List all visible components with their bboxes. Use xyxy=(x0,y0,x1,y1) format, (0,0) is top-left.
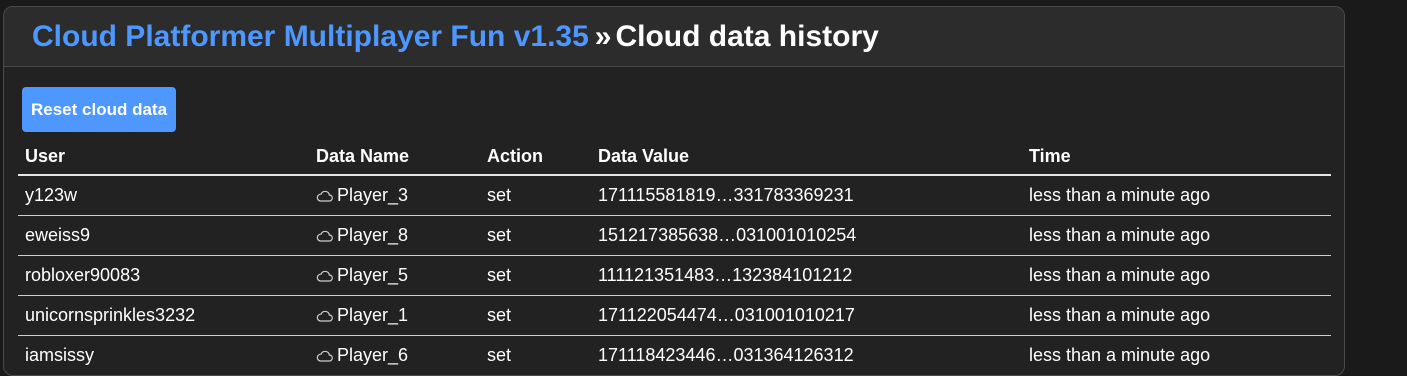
cloud-icon xyxy=(316,229,334,242)
page-title-text: Cloud data history xyxy=(615,19,879,53)
data-name-cell: Player_5 xyxy=(309,255,480,296)
data-name-text: Player_5 xyxy=(337,265,409,285)
panel-body: Reset cloud data User Data Name Action D… xyxy=(4,67,1344,375)
data-name-text: Player_8 xyxy=(337,225,409,245)
data-name-cell: Player_3 xyxy=(309,175,480,216)
user-cell: robloxer90083 xyxy=(18,255,309,296)
user-cell: eweiss9 xyxy=(18,215,309,256)
cloud-icon xyxy=(316,309,334,322)
user-cell: y123w xyxy=(18,175,309,216)
action-cell: set xyxy=(480,175,591,216)
data-name-cell: Player_6 xyxy=(309,335,480,375)
panel-header: Cloud Platformer Multiplayer Fun v1.35» C… xyxy=(4,7,1344,67)
action-cell: set xyxy=(480,295,591,336)
table-row: eweiss9 Player_8 set 151217385638…031001… xyxy=(18,215,1331,256)
data-value-cell: 171122054474…031001010217 xyxy=(591,295,1022,336)
table-row: unicornsprinkles3232 Player_1 set 171122… xyxy=(18,295,1331,336)
user-cell: iamsissy xyxy=(18,335,309,375)
column-header-data-value: Data Value xyxy=(591,139,1022,176)
project-title-link[interactable]: Cloud Platformer Multiplayer Fun v1.35 xyxy=(32,20,589,53)
table-row: iamsissy Player_6 set 171118423446…03136… xyxy=(18,335,1331,375)
data-name-cell: Player_8 xyxy=(309,215,480,256)
page-title: Cloud Platformer Multiplayer Fun v1.35» C… xyxy=(32,20,879,54)
cloud-history-table: User Data Name Action Data Value Time y1… xyxy=(18,139,1331,375)
column-header-user: User xyxy=(18,139,309,176)
breadcrumb-separator: » xyxy=(594,19,612,53)
data-name-text: Player_3 xyxy=(337,185,409,205)
table-row: robloxer90083 Player_5 set 111121351483…… xyxy=(18,255,1331,296)
data-name-cell: Player_1 xyxy=(309,295,480,336)
column-header-data-name: Data Name xyxy=(309,139,480,176)
data-name-text: Player_1 xyxy=(337,305,409,325)
time-cell: less than a minute ago xyxy=(1022,295,1331,336)
cloud-icon xyxy=(316,189,334,202)
column-header-action: Action xyxy=(480,139,591,176)
data-value-cell: 151217385638…031001010254 xyxy=(591,215,1022,256)
data-value-cell: 111121351483…132384101212 xyxy=(591,255,1022,296)
action-cell: set xyxy=(480,335,591,375)
table-row: y123w Player_3 set 171115581819…33178336… xyxy=(18,175,1331,216)
time-cell: less than a minute ago xyxy=(1022,255,1331,296)
user-cell: unicornsprinkles3232 xyxy=(18,295,309,336)
time-cell: less than a minute ago xyxy=(1022,175,1331,216)
data-value-cell: 171115581819…331783369231 xyxy=(591,175,1022,216)
reset-cloud-data-button[interactable]: Reset cloud data xyxy=(22,87,177,132)
data-name-text: Player_6 xyxy=(337,345,409,365)
action-cell: set xyxy=(480,215,591,256)
cloud-history-panel: Cloud Platformer Multiplayer Fun v1.35» C… xyxy=(3,6,1345,376)
cloud-icon xyxy=(316,269,334,282)
time-cell: less than a minute ago xyxy=(1022,215,1331,256)
time-cell: less than a minute ago xyxy=(1022,335,1331,375)
column-header-time: Time xyxy=(1022,139,1331,176)
table-header-row: User Data Name Action Data Value Time xyxy=(18,139,1331,176)
cloud-icon xyxy=(316,349,334,362)
action-cell: set xyxy=(480,255,591,296)
data-value-cell: 171118423446…031364126312 xyxy=(591,335,1022,375)
